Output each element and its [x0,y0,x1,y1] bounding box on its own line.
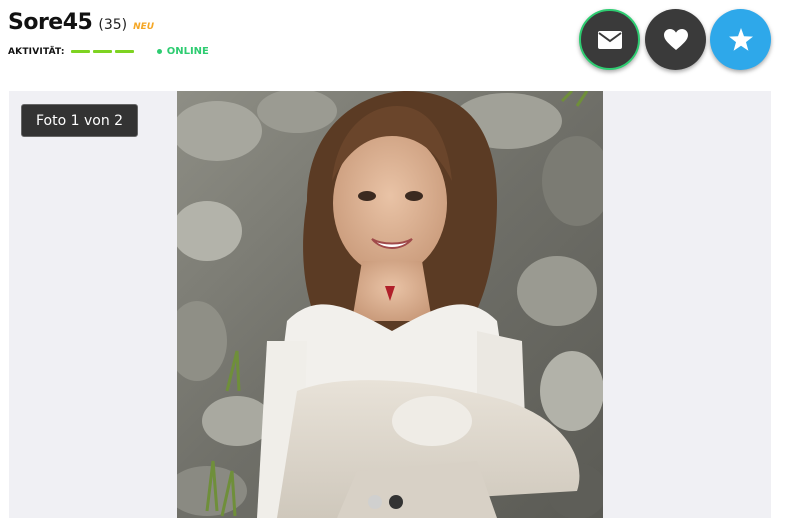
profile-photo-image [177,91,603,518]
photo-pagination [368,495,410,509]
activity-row: AKTIVITÄT: ONLINE [8,46,209,57]
username-row: Sore45 (35) NEU [8,10,154,35]
activity-label: AKTIVITÄT: [8,46,65,57]
photo-gallery[interactable]: Foto 1 von 2 [9,91,771,518]
photo-counter: Foto 1 von 2 [21,104,139,137]
star-icon [728,28,753,51]
like-button[interactable] [645,9,706,70]
activity-bar [114,50,134,53]
message-button[interactable] [579,9,640,70]
favorite-button[interactable] [710,9,771,70]
username: Sore45 [8,10,93,35]
activity-bar [70,50,90,53]
heart-icon [663,29,688,50]
activity-meter [70,50,137,53]
pagination-dot-2[interactable] [389,495,403,509]
new-badge: NEU [133,22,155,32]
online-status: ONLINE [156,46,209,57]
pagination-dot-1[interactable] [368,495,382,509]
online-dot-icon [156,49,162,54]
profile-header: Sore45 (35) NEU AKTIVITÄT: ONLINE [0,0,788,90]
profile-photo[interactable] [177,91,603,518]
activity-bar [92,50,112,53]
user-age: (35) [98,17,128,33]
envelope-icon [597,30,622,49]
online-label: ONLINE [166,46,209,57]
